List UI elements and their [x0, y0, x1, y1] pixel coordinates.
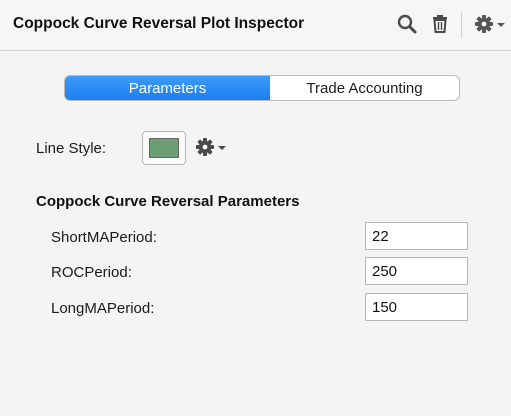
- roc-period-label: ROCPeriod:: [51, 264, 132, 281]
- gear-icon[interactable]: [473, 13, 507, 35]
- inspector-title: Coppock Curve Reversal Plot Inspector: [13, 15, 305, 32]
- long-ma-period-label: LongMAPeriod:: [51, 300, 155, 317]
- line-style-label: Line Style:: [36, 140, 107, 157]
- line-color-swatch: [149, 138, 179, 158]
- inspector-header: Coppock Curve Reversal Plot Inspector: [0, 0, 511, 51]
- parameters-section-title: Coppock Curve Reversal Parameters: [36, 193, 300, 210]
- roc-period-field[interactable]: [365, 257, 468, 285]
- inspector-tab-bar: Parameters Trade Accounting: [64, 75, 460, 101]
- toolbar-divider: [461, 12, 462, 38]
- tab-parameters[interactable]: Parameters: [65, 76, 270, 100]
- tab-trade-accounting[interactable]: Trade Accounting: [270, 76, 459, 100]
- long-ma-period-field[interactable]: [365, 293, 468, 321]
- plot-inspector-panel: Coppock Curve Reversal Plot Inspector Pa…: [0, 0, 511, 416]
- line-color-well[interactable]: [142, 131, 186, 165]
- short-ma-period-label: ShortMAPeriod:: [51, 229, 157, 246]
- trash-icon[interactable]: [429, 13, 451, 35]
- short-ma-period-field[interactable]: [365, 222, 468, 250]
- search-icon[interactable]: [396, 13, 418, 35]
- line-style-gear-icon[interactable]: [194, 136, 234, 158]
